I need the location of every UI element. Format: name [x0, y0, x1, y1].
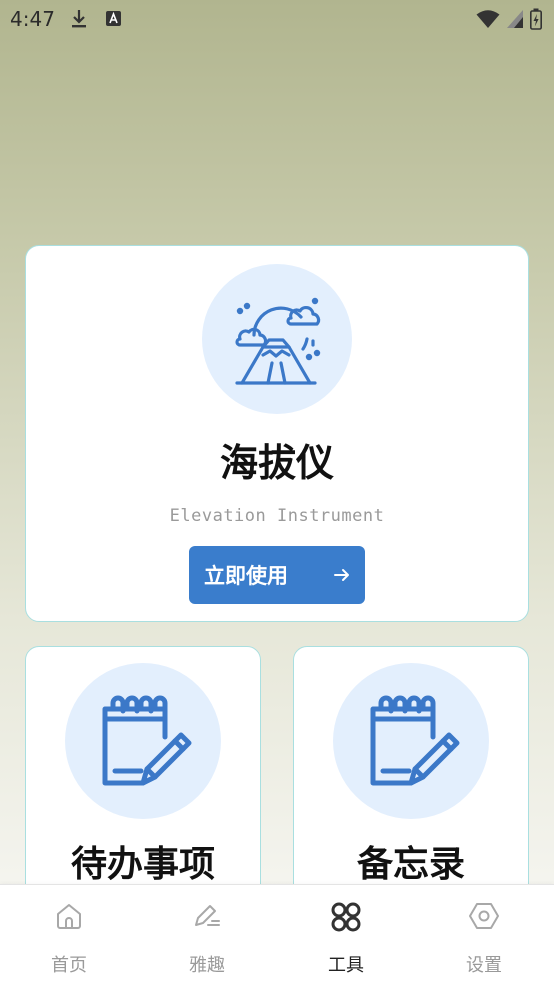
- battery-icon: [530, 8, 542, 30]
- nav-label-home: 首页: [51, 955, 87, 976]
- pen-edit-icon: [195, 905, 220, 926]
- nav-label-tools: 工具: [328, 955, 364, 976]
- memo-icon-circle: [333, 663, 489, 819]
- use-now-button[interactable]: 立即使用: [189, 546, 365, 604]
- grid-tools-icon: [331, 902, 361, 932]
- todo-icon-circle: [65, 663, 221, 819]
- memo-title: 备忘录: [356, 844, 465, 885]
- nav-item-tools[interactable]: 工具: [277, 885, 415, 985]
- download-icon: [72, 10, 86, 28]
- notepad-pencil-icon: [102, 695, 192, 786]
- nav-item-settings[interactable]: 设置: [415, 885, 553, 985]
- wifi-icon: [476, 10, 500, 28]
- arrow-right-icon: [334, 569, 349, 581]
- mountain-sun-icon: [235, 297, 321, 385]
- status-right-group: [476, 8, 542, 30]
- hexagon-settings-icon: [469, 903, 499, 929]
- status-time: 4:47: [10, 7, 55, 31]
- nav-label-settings: 设置: [466, 955, 502, 976]
- home-icon: [57, 904, 81, 929]
- bottom-nav: 首页 雅趣 工具 设置: [0, 884, 554, 985]
- font-a-icon: [106, 11, 121, 26]
- nav-label-yaqu: 雅趣: [189, 955, 225, 976]
- elevation-icon-circle: [202, 264, 352, 414]
- signal-icon: [507, 10, 523, 28]
- use-now-label: 立即使用: [204, 564, 288, 588]
- notepad-pencil-icon: [370, 695, 460, 786]
- todo-title: 待办事项: [70, 844, 215, 885]
- elevation-tool-card[interactable]: 海拔仪 Elevation Instrument 立即使用: [25, 245, 529, 622]
- nav-item-home[interactable]: 首页: [0, 885, 138, 985]
- elevation-subtitle: Elevation Instrument: [169, 506, 385, 526]
- status-bar: 4:47: [0, 0, 554, 36]
- nav-item-yaqu[interactable]: 雅趣: [138, 885, 276, 985]
- elevation-title: 海拔仪: [219, 441, 334, 485]
